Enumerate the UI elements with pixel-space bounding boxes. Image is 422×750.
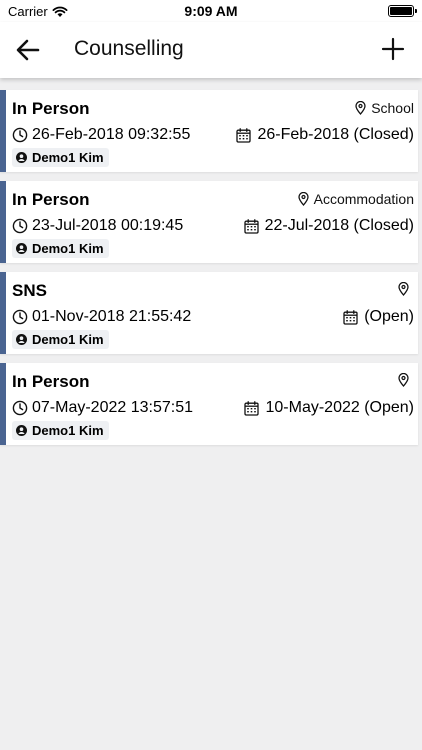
start-datetime: 23-Jul-2018 00:19:45 [32, 217, 184, 234]
session-start: 26-Feb-2018 09:32:55 [12, 126, 190, 144]
session-end: (Open) [343, 308, 414, 326]
person-name: Demo1 Kim [32, 423, 104, 438]
session-location [398, 282, 414, 296]
session-end: 22-Jul-2018 (Closed) [243, 217, 414, 235]
person-chip: Demo1 Kim [12, 239, 109, 258]
session-start: 23-Jul-2018 00:19:45 [12, 217, 183, 235]
session-mode: In Person [12, 99, 90, 118]
session-mode: In Person [12, 372, 90, 391]
session-end: 26-Feb-2018 (Closed) [236, 126, 414, 144]
user-icon [16, 152, 27, 163]
back-button[interactable] [14, 36, 42, 64]
user-icon [16, 243, 27, 254]
location-pin-icon [398, 373, 409, 387]
end-date-status: 10-May-2022 (Open) [265, 399, 414, 416]
session-start: 07-May-2022 13:57:51 [12, 399, 193, 417]
session-location: School [355, 100, 414, 116]
clock-icon [12, 127, 28, 143]
session-end: 10-May-2022 (Open) [244, 399, 414, 417]
clock-icon [12, 309, 28, 325]
location-pin-icon [297, 192, 309, 206]
page-title: Counselling [74, 37, 184, 60]
session-mode: In Person [12, 190, 90, 209]
end-date-status: 26-Feb-2018 (Closed) [257, 126, 414, 143]
person-chip: Demo1 Kim [12, 148, 109, 167]
navigation-bar: Counselling [0, 22, 422, 78]
location-pin-icon [398, 282, 409, 296]
plus-icon [381, 37, 405, 61]
calendar-icon [236, 127, 252, 143]
person-chip: Demo1 Kim [12, 421, 109, 440]
start-datetime: 07-May-2022 13:57:51 [32, 399, 193, 416]
session-card[interactable]: In Person 07-May-2022 13:57:51 10-May-20… [0, 363, 418, 445]
session-location: Accommodation [297, 191, 414, 207]
calendar-icon [244, 400, 260, 416]
status-bar: Carrier 9:09 AM [0, 0, 422, 22]
clock-icon [12, 218, 28, 234]
session-card[interactable]: In Person School 26-Feb-2018 09:32:55 26… [0, 90, 418, 172]
battery-icon [388, 5, 417, 17]
start-datetime: 26-Feb-2018 09:32:55 [32, 126, 191, 143]
clock-icon [12, 400, 28, 416]
user-icon [16, 425, 27, 436]
calendar-icon [243, 218, 259, 234]
start-datetime: 01-Nov-2018 21:55:42 [32, 308, 192, 325]
end-date-status: (Open) [364, 308, 414, 325]
location-label: Accommodation [313, 191, 414, 207]
session-list: In Person School 26-Feb-2018 09:32:55 26… [0, 90, 422, 454]
location-label: School [371, 100, 414, 116]
session-start: 01-Nov-2018 21:55:42 [12, 308, 191, 326]
person-name: Demo1 Kim [32, 241, 104, 256]
clock: 9:09 AM [184, 3, 238, 19]
session-mode: SNS [12, 281, 47, 300]
battery-fill [390, 7, 412, 15]
session-location [398, 373, 414, 387]
end-date-status: 22-Jul-2018 (Closed) [264, 217, 414, 234]
arrow-left-icon [16, 39, 40, 61]
person-name: Demo1 Kim [32, 332, 104, 347]
session-card[interactable]: SNS 01-Nov-2018 21:55:42 (Open) Demo1 Ki… [0, 272, 418, 354]
location-pin-icon [355, 101, 366, 115]
person-name: Demo1 Kim [32, 150, 104, 165]
person-chip: Demo1 Kim [12, 330, 109, 349]
add-button[interactable] [380, 36, 406, 62]
calendar-icon [343, 309, 358, 325]
session-card[interactable]: In Person Accommodation 23-Jul-2018 00:1… [0, 181, 418, 263]
user-icon [16, 334, 27, 345]
